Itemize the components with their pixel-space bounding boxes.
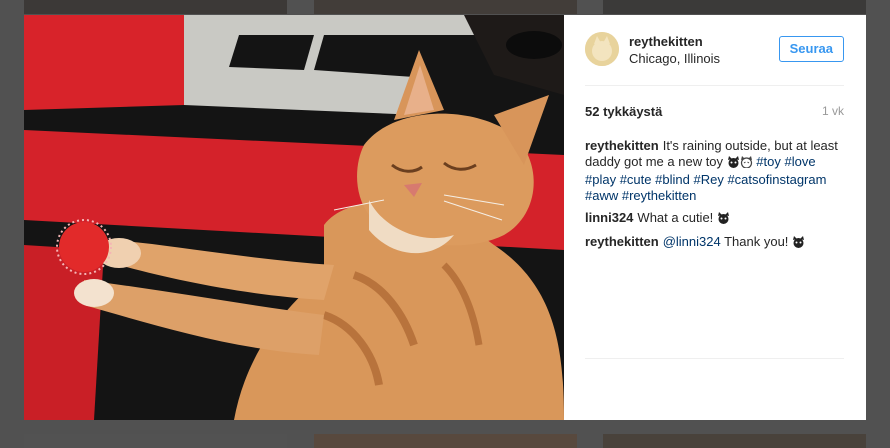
hashtag-link[interactable]: #toy xyxy=(756,154,781,169)
post-photo[interactable] xyxy=(24,15,564,420)
comment-username[interactable]: reythekitten xyxy=(585,234,659,249)
comment-item: reythekitten @linni324 Thank you! xyxy=(585,234,844,252)
post-sidebar: reythekitten Chicago, Illinois Seuraa 52… xyxy=(564,15,866,420)
hashtag-link[interactable]: #blind xyxy=(655,172,690,187)
post-header: reythekitten Chicago, Illinois Seuraa xyxy=(585,15,844,86)
comment-item: linni324 What a cutie! xyxy=(585,210,844,228)
mention-link[interactable]: @linni324 xyxy=(663,234,721,249)
cat-face-icon xyxy=(717,212,730,228)
caption-comment: reythekitten It's raining outside, but at… xyxy=(585,138,844,204)
comment-text: What a cutie! xyxy=(637,210,714,225)
comment-text: Thank you! xyxy=(724,234,789,249)
post-location[interactable]: Chicago, Illinois xyxy=(629,51,720,66)
cat-face-icon xyxy=(727,156,740,172)
hashtag-link[interactable]: #love xyxy=(784,154,815,169)
comments-divider xyxy=(585,358,844,359)
hashtag-link[interactable]: #Rey xyxy=(693,172,723,187)
follow-button[interactable]: Seuraa xyxy=(778,36,844,62)
post-modal: reythekitten Chicago, Illinois Seuraa 52… xyxy=(24,15,866,420)
hashtag-link[interactable]: #play xyxy=(585,172,616,187)
cat-photo-illustration xyxy=(24,15,564,420)
hashtag-link[interactable]: #aww xyxy=(585,188,618,203)
avatar-image xyxy=(585,32,619,66)
comments-list: reythekitten It's raining outside, but at… xyxy=(585,138,844,258)
hashtag-link[interactable]: #catsofinstagram xyxy=(727,172,826,187)
comment-username[interactable]: linni324 xyxy=(585,210,633,225)
avatar[interactable] xyxy=(585,32,619,66)
cat-face-icon xyxy=(792,236,805,252)
post-username[interactable]: reythekitten xyxy=(629,34,703,49)
cat-face-icon xyxy=(740,156,753,172)
comment-username[interactable]: reythekitten xyxy=(585,138,659,153)
post-time: 1 vk xyxy=(821,104,844,118)
hashtag-link[interactable]: #cute xyxy=(620,172,652,187)
likes-count[interactable]: 52 tykkäystä xyxy=(585,104,662,119)
hashtag-link[interactable]: #reythekitten xyxy=(622,188,696,203)
